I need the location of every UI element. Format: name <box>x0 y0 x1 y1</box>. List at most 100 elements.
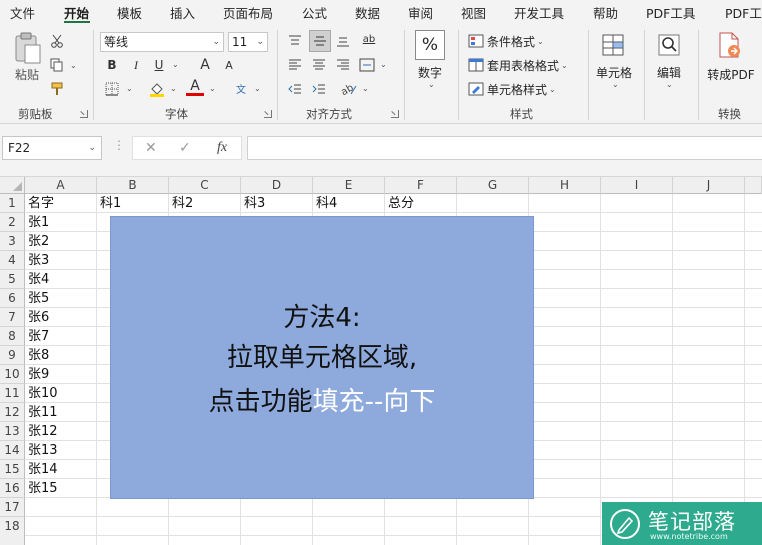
tab-insert[interactable]: 插入 <box>170 3 195 22</box>
row-header[interactable]: 9 <box>0 346 25 365</box>
cell-a3[interactable]: 张2 <box>26 232 49 251</box>
row-header[interactable]: 2 <box>0 213 25 232</box>
merge-dropdown-icon[interactable]: ⌄ <box>380 60 387 69</box>
font-name-select[interactable]: 等线 ⌄ <box>100 32 224 52</box>
cell-f1[interactable]: 总分 <box>386 194 414 213</box>
conditional-formatting-button[interactable]: 条件格式 ⌄ <box>468 32 544 50</box>
convert-pdf-button[interactable] <box>714 30 744 60</box>
cell-a1[interactable]: 名字 <box>26 194 54 213</box>
cells-dropdown-icon[interactable]: ⌄ <box>612 80 619 89</box>
orientation-dropdown-icon[interactable]: ⌄ <box>362 84 369 93</box>
tab-view[interactable]: 视图 <box>461 3 486 22</box>
cell-a12[interactable]: 张11 <box>26 403 58 422</box>
cell-e1[interactable]: 科4 <box>314 194 337 213</box>
row-header[interactable]: 10 <box>0 365 25 384</box>
cell-c1[interactable]: 科2 <box>170 194 193 213</box>
font-color-dropdown-icon[interactable]: ⌄ <box>209 84 216 93</box>
row-header[interactable]: 6 <box>0 289 25 308</box>
number-dropdown-icon[interactable]: ⌄ <box>428 80 435 89</box>
align-center-icon[interactable] <box>310 56 328 74</box>
number-format-button[interactable]: % <box>415 30 445 60</box>
copy-icon[interactable] <box>48 56 66 74</box>
border-dropdown-icon[interactable]: ⌄ <box>126 84 133 93</box>
row-header[interactable]: 7 <box>0 308 25 327</box>
align-top-icon[interactable] <box>286 32 304 50</box>
tab-file[interactable]: 文件 <box>10 3 35 22</box>
increase-indent-icon[interactable] <box>310 80 328 98</box>
tab-templates[interactable]: 模板 <box>117 3 142 22</box>
underline-dropdown-icon[interactable]: ⌄ <box>172 60 179 69</box>
fill-color-icon[interactable] <box>148 80 166 98</box>
cell-a10[interactable]: 张9 <box>26 365 49 384</box>
tab-pdf-tools-2[interactable]: PDF工 <box>725 3 762 22</box>
clipboard-launcher-icon[interactable] <box>80 110 88 118</box>
shrink-font-button[interactable]: A <box>220 56 238 74</box>
font-launcher-icon[interactable] <box>264 110 272 118</box>
editing-button[interactable] <box>654 30 684 60</box>
column-header[interactable]: B <box>97 177 169 194</box>
formula-input[interactable] <box>247 136 762 160</box>
alignment-launcher-icon[interactable] <box>391 110 399 118</box>
tab-review[interactable]: 审阅 <box>408 3 433 22</box>
tab-formulas[interactable]: 公式 <box>302 3 327 22</box>
grow-font-button[interactable]: A <box>196 56 214 74</box>
row-header[interactable]: 12 <box>0 403 25 422</box>
row-header[interactable]: 3 <box>0 232 25 251</box>
tab-page-layout[interactable]: 页面布局 <box>223 3 273 22</box>
cell-a15[interactable]: 张14 <box>26 460 58 479</box>
cell-a4[interactable]: 张3 <box>26 251 49 270</box>
cancel-icon[interactable]: ✕ <box>145 140 157 156</box>
cell-a5[interactable]: 张4 <box>26 270 49 289</box>
cut-icon[interactable] <box>48 32 66 50</box>
column-header[interactable] <box>745 177 762 194</box>
editing-dropdown-icon[interactable]: ⌄ <box>666 80 673 89</box>
cell-a9[interactable]: 张8 <box>26 346 49 365</box>
cell-a11[interactable]: 张10 <box>26 384 58 403</box>
orientation-icon[interactable]: ab <box>340 80 358 98</box>
tab-developer[interactable]: 开发工具 <box>514 3 564 22</box>
column-header[interactable]: A <box>25 177 97 194</box>
cell-a2[interactable]: 张1 <box>26 213 49 232</box>
row-header[interactable]: 4 <box>0 251 25 270</box>
format-painter-icon[interactable] <box>48 80 66 98</box>
column-header[interactable]: E <box>313 177 385 194</box>
align-left-icon[interactable] <box>286 56 304 74</box>
decrease-indent-icon[interactable] <box>286 80 304 98</box>
column-header[interactable]: I <box>601 177 673 194</box>
cell-d1[interactable]: 科3 <box>242 194 265 213</box>
format-as-table-button[interactable]: 套用表格格式 ⌄ <box>468 56 568 74</box>
italic-button[interactable]: I <box>127 56 145 74</box>
border-icon[interactable] <box>103 80 121 98</box>
cell-a7[interactable]: 张6 <box>26 308 49 327</box>
column-header[interactable]: J <box>673 177 745 194</box>
font-size-select[interactable]: 11 ⌄ <box>228 32 268 52</box>
copy-dropdown-icon[interactable]: ⌄ <box>70 61 77 70</box>
wrap-text-button[interactable]: ab <box>360 30 378 48</box>
tab-pdf-tools[interactable]: PDF工具 <box>646 3 695 22</box>
paste-button[interactable] <box>10 30 44 66</box>
insert-function-button[interactable]: fx <box>217 140 227 156</box>
cell-styles-button[interactable]: 单元格样式 ⌄ <box>468 80 556 98</box>
merge-center-icon[interactable] <box>358 56 376 74</box>
row-header[interactable]: 18 <box>0 517 25 545</box>
cell-a8[interactable]: 张7 <box>26 327 49 346</box>
tab-home[interactable]: 开始 <box>64 3 89 22</box>
tab-help[interactable]: 帮助 <box>593 3 618 22</box>
phonetic-guide-button[interactable]: 文 <box>232 79 250 97</box>
column-header[interactable]: D <box>241 177 313 194</box>
row-header[interactable]: 17 <box>0 498 25 517</box>
column-header[interactable]: H <box>529 177 601 194</box>
column-header[interactable]: C <box>169 177 241 194</box>
row-header[interactable]: 11 <box>0 384 25 403</box>
cell-a13[interactable]: 张12 <box>26 422 58 441</box>
tab-data[interactable]: 数据 <box>355 3 380 22</box>
row-header[interactable]: 5 <box>0 270 25 289</box>
fill-color-dropdown-icon[interactable]: ⌄ <box>170 84 177 93</box>
row-header[interactable]: 16 <box>0 479 25 498</box>
enter-icon[interactable]: ✓ <box>179 140 191 156</box>
align-middle-icon[interactable] <box>309 30 331 52</box>
row-header[interactable]: 8 <box>0 327 25 346</box>
column-header[interactable]: F <box>385 177 457 194</box>
cell-a14[interactable]: 张13 <box>26 441 58 460</box>
select-all-button[interactable] <box>0 177 25 194</box>
